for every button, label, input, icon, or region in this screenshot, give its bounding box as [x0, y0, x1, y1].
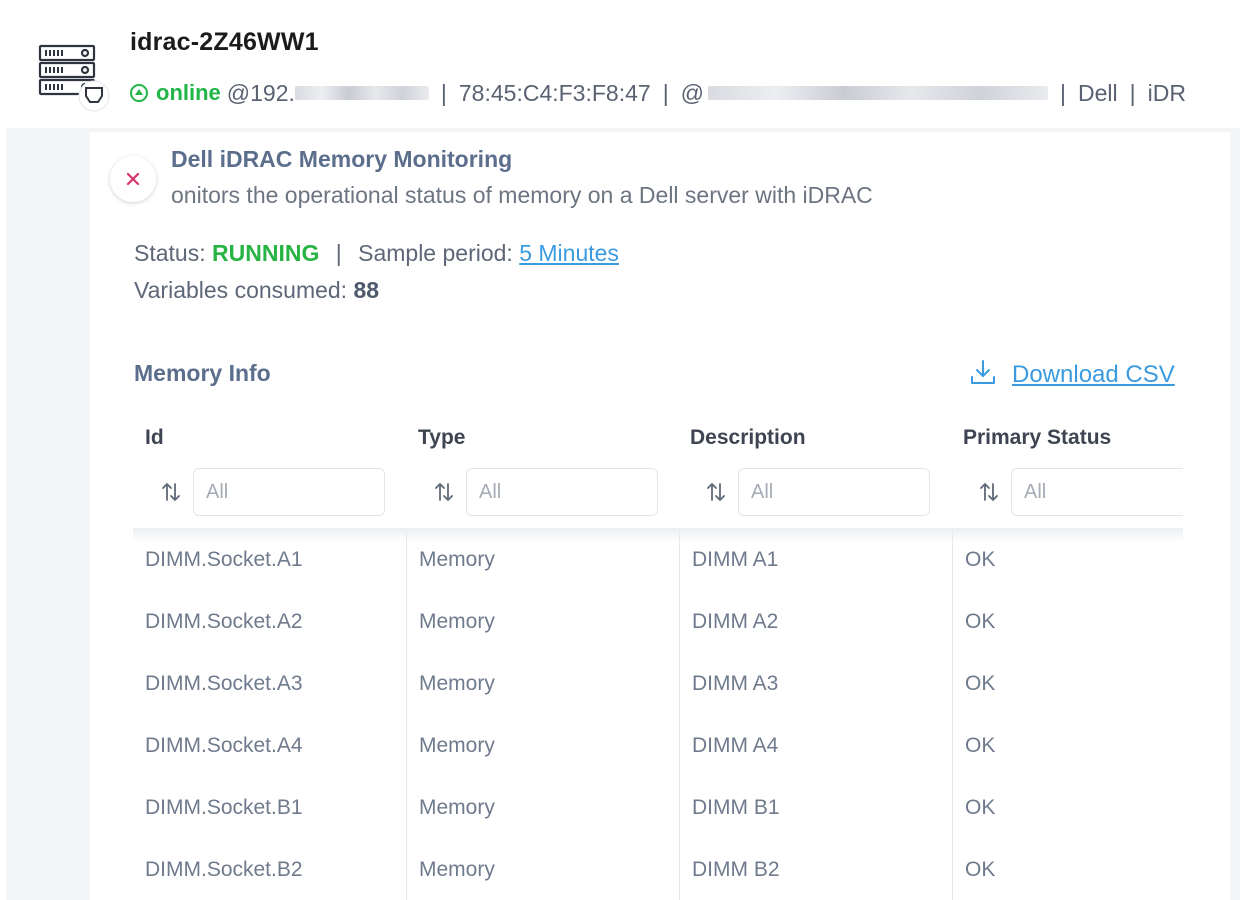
section-title: Memory Info [134, 360, 271, 386]
device-ip: @192. [226, 79, 295, 106]
device-status: online [156, 80, 221, 105]
separator: | [1129, 79, 1136, 106]
filter-input-description[interactable] [738, 468, 930, 516]
cell-primary-status: OK [965, 672, 996, 695]
filter-id [149, 468, 385, 516]
download-icon [968, 357, 998, 392]
status-value: RUNNING [212, 240, 320, 266]
cell-description: DIMM A1 [692, 548, 779, 571]
server-rack-icon [38, 44, 110, 112]
cell-primary-status: OK [965, 858, 996, 881]
separator: | [662, 79, 669, 106]
cell-type: Memory [419, 672, 495, 695]
sample-period-link[interactable]: 5 Minutes [519, 240, 619, 266]
table-row[interactable]: DIMM.Socket.A2 Memory DIMM A2 OK [133, 592, 1183, 654]
table-grid: Id Type Description Primary Status All A… [133, 410, 1183, 900]
sort-arrows-icon[interactable] [149, 468, 193, 516]
cell-type: Memory [419, 734, 495, 757]
cell-description: DIMM B1 [692, 796, 780, 819]
status-label: Status: [134, 240, 206, 266]
monitor-status-line: Status: RUNNING | Sample period: 5 Minut… [134, 240, 619, 267]
device-mac: 78:45:C4:F3:F8:47 [458, 79, 651, 106]
device-info-line: online @192. | 78:45:C4:F3:F8:47 | @ | D… [130, 76, 1186, 110]
cell-description: DIMM A3 [692, 672, 779, 695]
table-row[interactable]: DIMM.Socket.B1 Memory DIMM B1 OK [133, 778, 1183, 840]
variables-label: Variables consumed: [134, 277, 348, 303]
cell-primary-status: OK [965, 734, 996, 757]
device-vendor: Dell [1078, 79, 1118, 106]
filter-description [694, 468, 930, 516]
table-row[interactable]: DIMM.Socket.A3 Memory DIMM A3 OK [133, 654, 1183, 716]
cell-type: Memory [419, 796, 495, 819]
monitor-description: onitors the operational status of memory… [171, 182, 873, 208]
cell-id: DIMM.Socket.B1 [145, 796, 303, 819]
filter-input-type[interactable] [466, 468, 658, 516]
column-header-id[interactable]: Id [145, 426, 164, 450]
cell-description: DIMM A4 [692, 734, 779, 757]
cell-primary-status: OK [965, 548, 996, 571]
filter-primary-status [967, 468, 1183, 516]
cell-id: DIMM.Socket.A4 [145, 734, 303, 757]
separator: | [440, 79, 447, 106]
table-row[interactable]: DIMM.Socket.A1 Memory DIMM A1 OK [133, 530, 1183, 592]
column-header-primary-status[interactable]: Primary Status [963, 426, 1111, 450]
close-button[interactable] [110, 156, 156, 202]
cell-description: DIMM A2 [692, 610, 779, 633]
arrow-up-circle-icon [130, 84, 148, 102]
table-body: DIMM.Socket.A1 Memory DIMM A1 OK DIMM.So… [133, 530, 1183, 900]
table-row[interactable]: DIMM.Socket.B2 Memory DIMM B2 OK [133, 840, 1183, 900]
column-header-description[interactable]: Description [690, 426, 806, 450]
cell-id: DIMM.Socket.A3 [145, 672, 303, 695]
download-csv-button[interactable]: Download CSV [968, 357, 1175, 392]
separator: | [335, 240, 342, 266]
cell-id: DIMM.Socket.A1 [145, 548, 303, 571]
memory-info-table: Id Type Description Primary Status All A… [133, 410, 1183, 900]
variables-count: 88 [353, 277, 380, 303]
cell-type: Memory [419, 858, 495, 881]
cell-id: DIMM.Socket.B2 [145, 858, 303, 881]
close-icon [126, 166, 140, 192]
device-domain: @ [680, 79, 705, 106]
filter-input-id[interactable] [193, 468, 385, 516]
filter-input-primary-status[interactable] [1011, 468, 1183, 516]
monitor-title: Dell iDRAC Memory Monitoring [171, 146, 513, 172]
device-model: iDR [1147, 79, 1186, 106]
sort-arrows-icon[interactable] [967, 468, 1011, 516]
redacted-domain [708, 86, 1049, 100]
cell-description: DIMM B2 [692, 858, 780, 881]
sort-arrows-icon[interactable] [694, 468, 738, 516]
cell-primary-status: OK [965, 796, 996, 819]
separator: | [1060, 79, 1067, 106]
sample-period-label: Sample period: [358, 240, 513, 266]
device-hostname: idrac-2Z46WW1 [130, 28, 319, 56]
table-row[interactable]: DIMM.Socket.A4 Memory DIMM A4 OK [133, 716, 1183, 778]
redacted-ip [294, 86, 429, 100]
cell-type: Memory [419, 548, 495, 571]
cell-type: Memory [419, 610, 495, 633]
variables-consumed-line: Variables consumed: 88 [134, 277, 379, 304]
cell-primary-status: OK [965, 610, 996, 633]
filter-type [422, 468, 658, 516]
download-csv-label: Download CSV [1012, 360, 1175, 388]
cell-id: DIMM.Socket.A2 [145, 610, 303, 633]
sort-arrows-icon[interactable] [422, 468, 466, 516]
column-header-type[interactable]: Type [418, 426, 465, 450]
